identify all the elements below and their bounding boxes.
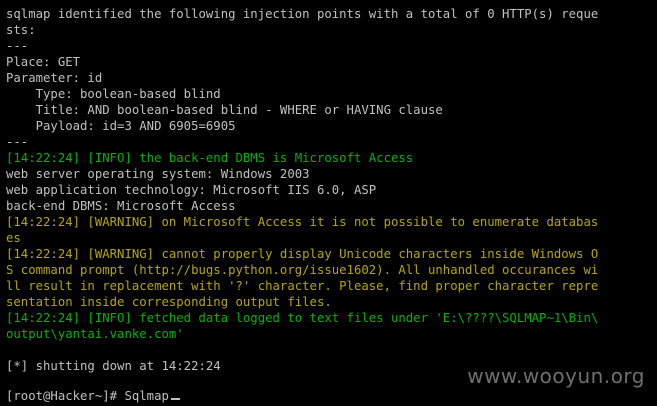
console-line: sts: xyxy=(6,23,36,37)
console-line: --- xyxy=(6,135,29,149)
console-line: back-end DBMS: Microsoft Access xyxy=(6,199,236,213)
console-line: es xyxy=(6,231,21,245)
console-line: Parameter: id xyxy=(6,71,103,85)
console-line: [14:22:24] [INFO] fetched data logged to… xyxy=(6,311,599,325)
console-line: web server operating system: Windows 200… xyxy=(6,167,310,181)
console-line: web application technology: Microsoft II… xyxy=(6,183,377,197)
console-output: sqlmap identified the following injectio… xyxy=(6,6,643,390)
console-line: Payload: id=3 AND 6905=6905 xyxy=(6,119,236,133)
command-prompt[interactable]: [root@Hacker~]# Sqlmap xyxy=(6,388,180,404)
console-line: S command prompt (http://bugs.python.org… xyxy=(6,263,599,277)
console-line: sentation inside corresponding output fi… xyxy=(6,295,332,309)
console-window[interactable]: sqlmap identified the following injectio… xyxy=(0,0,657,406)
console-line: sqlmap identified the following injectio… xyxy=(6,7,599,21)
console-line: Place: GET xyxy=(6,55,81,69)
console-line: --- xyxy=(6,39,29,53)
watermark-text: www.wooyun.org xyxy=(467,364,645,388)
prompt-text: [root@Hacker~]# Sqlmap xyxy=(6,389,169,403)
console-line: [14:22:24] [INFO] the back-end DBMS is M… xyxy=(6,151,414,165)
console-line: output\yantai.vanke.com' xyxy=(6,327,184,341)
console-line: Type: boolean-based blind xyxy=(6,87,221,101)
console-line: [14:22:24] [WARNING] cannot properly dis… xyxy=(6,247,599,261)
console-line: Title: AND boolean-based blind - WHERE o… xyxy=(6,103,443,117)
console-line: ll result in replacement with '?' charac… xyxy=(6,279,599,293)
text-cursor xyxy=(170,398,180,400)
console-line: [14:22:24] [WARNING] on Microsoft Access… xyxy=(6,215,599,229)
